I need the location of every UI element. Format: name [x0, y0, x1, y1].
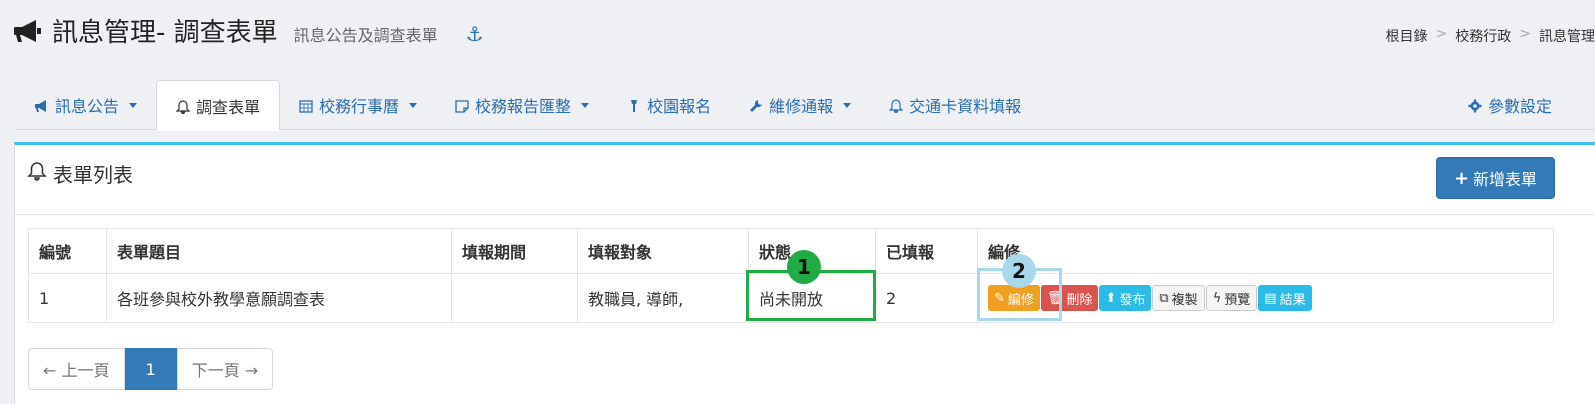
tab-repair[interactable]: 維修通報 [730, 80, 870, 130]
next-page-button[interactable]: 下一頁 → [176, 348, 274, 390]
nav-tabs: 訊息公告 調查表單 校務行事曆 校務報告匯整 校園報名 維修通報 交通卡資料填報… [16, 80, 1595, 131]
tab-label: 調查表單 [196, 97, 261, 117]
prev-page-button[interactable]: ← 上一頁 [28, 348, 125, 390]
result-button[interactable]: ▤ 結果 [1258, 285, 1312, 311]
annotation-badge-1: 1 [787, 250, 821, 284]
bell-icon [27, 161, 47, 186]
flag-icon [627, 98, 641, 112]
current-page[interactable]: 1 [124, 348, 177, 390]
caret-down-icon [409, 102, 418, 108]
col-actions: 編修 [977, 228, 1554, 274]
cell-actions: ✎ 編修 🗑 刪除 ⬆ 發布 ⧉ 複製 ϟ 預覽 ▤ 結果 [977, 273, 1554, 323]
page-title: 訊息管理- 調查表單 [52, 18, 278, 48]
tab-label: 交通卡資料填報 [909, 97, 1022, 116]
arrow-up-icon: ⬆ [1105, 290, 1117, 306]
breadcrumb-item-current: 訊息管理 [1539, 29, 1595, 45]
panel-header: 表單列表 + 新增表單 [15, 145, 1595, 215]
preview-button[interactable]: ϟ 預覽 [1205, 285, 1258, 311]
plus-icon: + [1453, 167, 1470, 189]
delete-label: 刪除 [1066, 292, 1093, 308]
col-id: 編號 [28, 228, 107, 274]
tab-label: 維修通報 [769, 97, 834, 116]
breadcrumb-item-admin[interactable]: 校務行政 [1455, 26, 1511, 46]
caret-down-icon [129, 102, 138, 108]
annotation-badge-2: 2 [1002, 254, 1036, 288]
col-period: 填報期間 [451, 228, 578, 274]
breadcrumb-item-root[interactable]: 根目錄 [1386, 26, 1428, 46]
wrench-icon [749, 98, 763, 112]
tab-label: 參數設定 [1487, 97, 1552, 116]
tab-announcements[interactable]: 訊息公告 [16, 80, 156, 130]
tab-label: 校務行事曆 [319, 97, 400, 116]
col-title: 表單題目 [106, 228, 452, 274]
page-header: 訊息管理- 調查表單 訊息公告及調查表單 ⚓ [14, 12, 484, 49]
gear-icon [1468, 98, 1482, 113]
panel-title: 表單列表 [27, 159, 133, 188]
breadcrumb-separator: > [1435, 26, 1448, 42]
preview-label: 預覽 [1224, 292, 1251, 308]
file-icon: ▤ [1264, 290, 1277, 306]
page-subtitle: 訊息公告及調查表單 [293, 26, 438, 45]
copy-icon: ⧉ [1159, 290, 1169, 306]
copy-label: 複製 [1171, 292, 1198, 308]
tab-calendar[interactable]: 校務行事曆 [280, 80, 436, 130]
panel-title-text: 表單列表 [53, 163, 133, 187]
bell-icon [175, 99, 191, 114]
pagination: ← 上一頁 1 下一頁 → [28, 348, 274, 390]
tab-registration[interactable]: 校園報名 [608, 80, 730, 130]
bullhorn-icon [14, 19, 41, 42]
sticky-note-icon [455, 98, 469, 113]
copy-button[interactable]: ⧉ 複製 [1152, 285, 1205, 311]
tab-label: 校務報告匯整 [475, 97, 572, 116]
breadcrumb: 根目錄 > 校務行政 > 訊息管理 [1386, 26, 1595, 46]
publish-button[interactable]: ⬆ 發布 [1099, 285, 1152, 311]
col-filled: 已填報 [875, 228, 978, 274]
add-form-label: 新增表單 [1473, 170, 1538, 189]
cell-period [451, 273, 578, 323]
cell-id: 1 [28, 273, 107, 323]
bolt-icon: ϟ [1212, 290, 1222, 306]
tab-label: 訊息公告 [55, 97, 120, 116]
cell-title: 各班參與校外教學意願調查表 [106, 273, 452, 323]
bullhorn-icon [34, 98, 49, 112]
anchor-icon[interactable]: ⚓ [466, 22, 484, 46]
bell-icon [888, 98, 904, 114]
col-target: 填報對象 [577, 228, 749, 274]
tab-label: 校園報名 [647, 97, 712, 116]
tab-survey-forms[interactable]: 調查表單 [156, 80, 281, 131]
breadcrumb-separator: > [1519, 26, 1531, 42]
result-label: 結果 [1279, 292, 1306, 308]
caret-down-icon [581, 102, 590, 108]
tab-settings[interactable]: 參數設定 [1449, 80, 1571, 130]
calendar-icon [299, 98, 313, 113]
cell-filled: 2 [875, 273, 978, 323]
publish-label: 發布 [1119, 292, 1146, 308]
caret-down-icon [843, 102, 852, 108]
cell-target: 教職員, 導師, [577, 273, 749, 323]
add-form-button[interactable]: + 新增表單 [1436, 157, 1555, 199]
tab-reports[interactable]: 校務報告匯整 [436, 80, 608, 130]
tab-transport-card[interactable]: 交通卡資料填報 [870, 80, 1040, 130]
